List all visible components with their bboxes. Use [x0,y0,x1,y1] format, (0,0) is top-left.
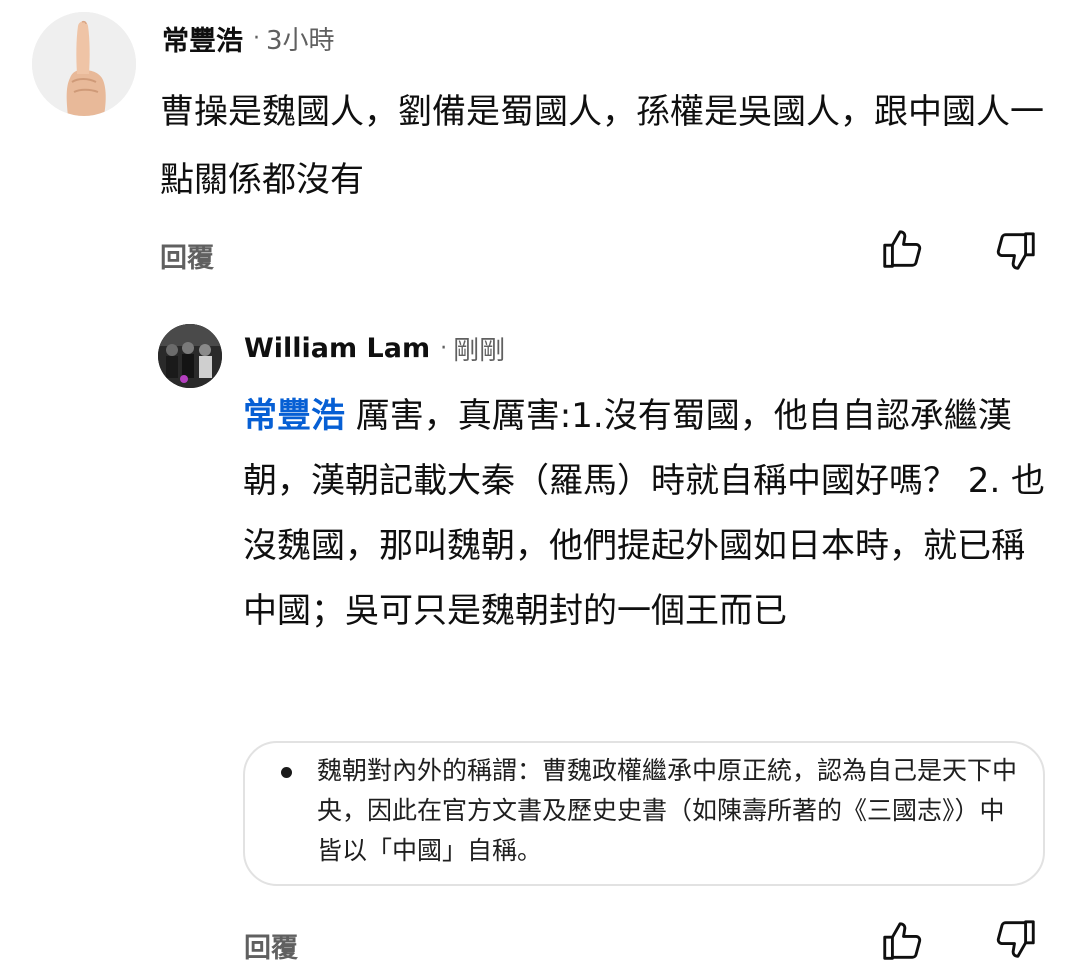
reply-text: 厲害，真厲害:1.沒有蜀國，他自自認承繼漢朝，漢朝記載大秦（羅馬）時就自稱中國好… [243,396,1046,631]
meta-separator: · [253,25,260,51]
thumb-down-icon[interactable] [993,228,1039,274]
commenter-avatar[interactable] [32,12,136,116]
bullet-icon [281,767,292,778]
reply-author-avatar[interactable] [158,324,222,388]
reply-timestamp[interactable]: 剛剛 [453,330,505,367]
quote-text: 魏朝對內外的稱謂：曹魏政權繼承中原正統，認為自己是天下中央，因此在官方文書及歷史… [317,756,1018,865]
comment-author-name[interactable]: 常豐浩 [162,19,243,58]
reply-header: William Lam · 剛剛 [244,328,505,368]
meta-separator: · [440,335,448,361]
thumb-up-icon[interactable] [879,226,925,272]
comment-text: 曹操是魏國人，劉備是蜀國人，孫權是吳國人，跟中國人一點關係都沒有 [160,92,1044,200]
comment-timestamp[interactable]: 3小時 [266,20,335,57]
reply-button[interactable]: 回覆 [160,236,214,275]
quote-card: 魏朝對內外的稱謂：曹魏政權繼承中原正統，認為自己是天下中央，因此在官方文書及歷史… [243,741,1045,886]
comment-header: 常豐浩 · 3小時 [162,18,335,58]
reply-text-block: 常豐浩 厲害，真厲害:1.沒有蜀國，他自自認承繼漢朝，漢朝記載大秦（羅馬）時就自… [243,384,1053,644]
user-mention-link[interactable]: 常豐浩 [243,396,345,436]
thumb-up-icon[interactable] [879,918,925,964]
reply-author-name[interactable]: William Lam [244,333,430,364]
thumb-down-icon[interactable] [993,916,1039,962]
reply-button[interactable]: 回覆 [244,926,298,965]
